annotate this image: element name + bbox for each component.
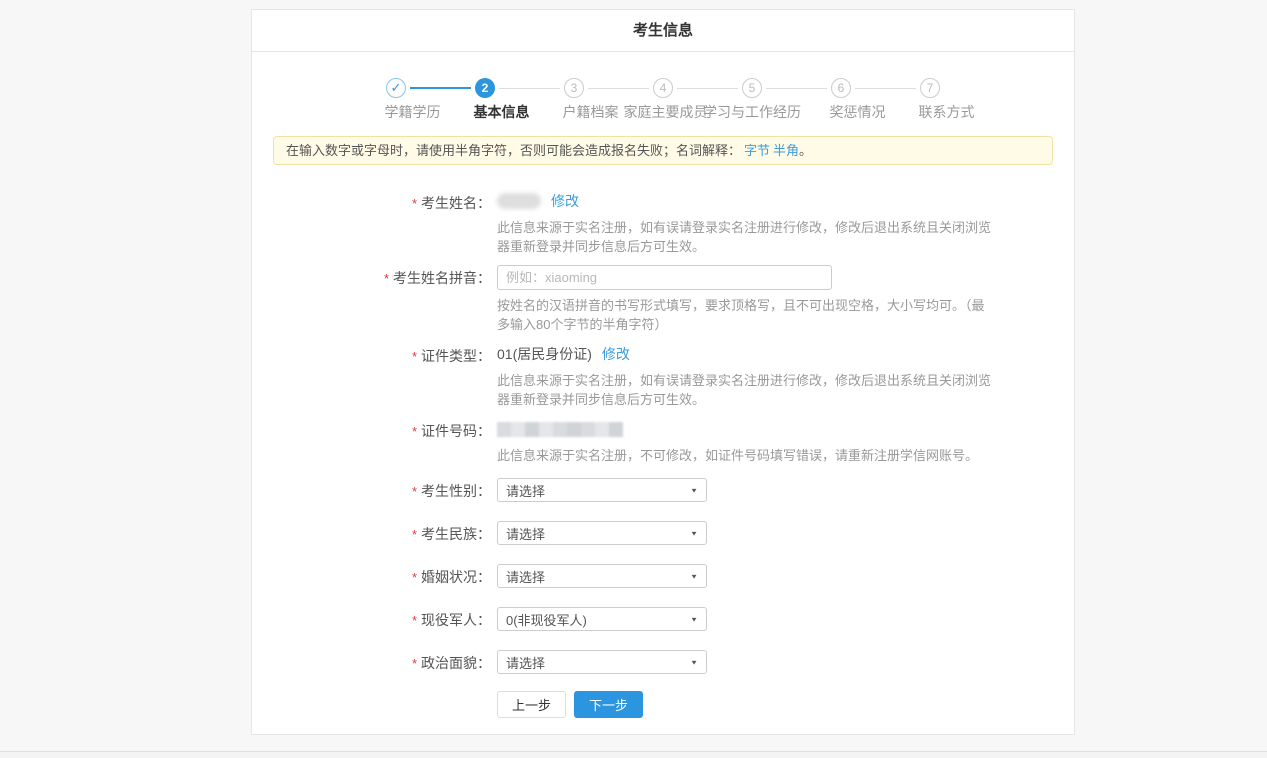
required-star: * — [412, 349, 417, 364]
gender-label: *考生性别： — [252, 478, 491, 502]
candidate-info-card: 考生信息 ✓ 学籍学历 2 基本信息 3 户籍档案 4 家庭主要成员 5 学习与… — [251, 9, 1075, 735]
form-actions: 上一步 下一步 — [252, 691, 1074, 718]
required-star: * — [412, 570, 417, 585]
edit-name-link[interactable]: 修改 — [551, 191, 579, 211]
name-pinyin-label: *考生姓名拼音： — [252, 265, 491, 334]
step-number: 7 — [920, 78, 940, 98]
field-id-number: *证件号码： 此信息来源于实名注册，不可修改，如证件号码填写错误，请重新注册学信… — [252, 418, 1074, 465]
check-icon: ✓ — [386, 78, 406, 98]
next-step-button[interactable]: 下一步 — [574, 691, 643, 718]
stepper: ✓ 学籍学历 2 基本信息 3 户籍档案 4 家庭主要成员 5 学习与工作经历 … — [252, 52, 1074, 122]
step-5-study-work-experience[interactable]: 5 学习与工作经历 — [708, 78, 797, 122]
id-type-label: *证件类型： — [252, 343, 491, 409]
id-number-label: *证件号码： — [252, 418, 491, 465]
military-service-select[interactable]: 0(非现役军人) ▼ — [497, 607, 707, 631]
marital-status-select-value: 请选择 — [506, 567, 545, 586]
required-star: * — [412, 613, 417, 628]
step-label: 基本信息 — [474, 102, 530, 122]
step-number: 3 — [564, 78, 584, 98]
field-political-status: *政治面貌： 请选择 ▼ — [252, 650, 1074, 674]
political-status-select-value: 请选择 — [506, 653, 545, 672]
step-1-education-status[interactable]: ✓ 学籍学历 — [352, 78, 441, 122]
field-ethnicity: *考生民族： 请选择 ▼ — [252, 521, 1074, 545]
notice-suffix: 。 — [799, 143, 812, 158]
required-star: * — [384, 271, 389, 286]
chevron-down-icon: ▼ — [690, 615, 698, 622]
step-number: 2 — [475, 78, 495, 98]
footer-divider — [0, 751, 1267, 758]
redacted-name-value — [497, 193, 541, 209]
chevron-down-icon: ▼ — [690, 658, 698, 665]
gender-select[interactable]: 请选择 ▼ — [497, 478, 707, 502]
redacted-id-number-value — [497, 422, 623, 437]
step-label: 联系方式 — [919, 102, 975, 122]
required-star: * — [412, 196, 417, 211]
gender-select-value: 请选择 — [506, 481, 545, 500]
marital-status-label: *婚姻状况： — [252, 564, 491, 588]
political-status-label: *政治面貌： — [252, 650, 491, 674]
id-type-value: 01(居民身份证) — [497, 344, 592, 364]
military-service-select-value: 0(非现役军人) — [506, 610, 587, 629]
step-2-basic-info[interactable]: 2 基本信息 — [441, 78, 530, 122]
prev-step-button[interactable]: 上一步 — [497, 691, 566, 718]
military-service-label: *现役军人： — [252, 607, 491, 631]
field-candidate-name: *考生姓名： 修改 此信息来源于实名注册，如有误请登录实名注册进行修改，修改后退… — [252, 190, 1074, 256]
basic-info-form: *考生姓名： 修改 此信息来源于实名注册，如有误请登录实名注册进行修改，修改后退… — [252, 165, 1074, 734]
edit-id-type-link[interactable]: 修改 — [602, 344, 630, 364]
chevron-down-icon: ▼ — [690, 486, 698, 493]
required-star: * — [412, 656, 417, 671]
step-label: 学籍学历 — [385, 102, 441, 122]
step-number: 5 — [742, 78, 762, 98]
id-type-help: 此信息来源于实名注册，如有误请登录实名注册进行修改，修改后退出系统且关闭浏览器重… — [497, 371, 997, 409]
step-label: 学习与工作经历 — [703, 102, 801, 122]
required-star: * — [412, 424, 417, 439]
actions-spacer — [252, 691, 491, 718]
step-label: 户籍档案 — [563, 102, 619, 122]
field-gender: *考生性别： 请选择 ▼ — [252, 478, 1074, 502]
byte-definition-link[interactable]: 字节 — [744, 143, 770, 158]
field-id-type: *证件类型： 01(居民身份证) 修改 此信息来源于实名注册，如有误请登录实名注… — [252, 343, 1074, 409]
step-3-household-archive[interactable]: 3 户籍档案 — [530, 78, 619, 122]
name-pinyin-input[interactable] — [497, 265, 832, 290]
step-7-contact-info[interactable]: 7 联系方式 — [886, 78, 975, 122]
id-number-help: 此信息来源于实名注册，不可修改，如证件号码填写错误，请重新注册学信网账号。 — [497, 446, 997, 465]
halfwidth-definition-link[interactable]: 半角 — [773, 143, 799, 158]
step-number: 6 — [831, 78, 851, 98]
field-military-service: *现役军人： 0(非现役军人) ▼ — [252, 607, 1074, 631]
halfwidth-notice: 在输入数字或字母时，请使用半角字符，否则可能会造成报名失败；名词解释：字节半角。 — [273, 136, 1053, 165]
marital-status-select[interactable]: 请选择 ▼ — [497, 564, 707, 588]
required-star: * — [412, 527, 417, 542]
step-label: 奖惩情况 — [830, 102, 886, 122]
field-name-pinyin: *考生姓名拼音： 按姓名的汉语拼音的书写形式填写，要求顶格写，且不可出现空格，大… — [252, 265, 1074, 334]
ethnicity-label: *考生民族： — [252, 521, 491, 545]
candidate-name-label: *考生姓名： — [252, 190, 491, 256]
name-pinyin-help: 按姓名的汉语拼音的书写形式填写，要求顶格写，且不可出现空格，大小写均可。（最多输… — [497, 296, 997, 334]
step-6-rewards-punishments[interactable]: 6 奖惩情况 — [797, 78, 886, 122]
field-marital-status: *婚姻状况： 请选择 ▼ — [252, 564, 1074, 588]
political-status-select[interactable]: 请选择 ▼ — [497, 650, 707, 674]
step-number: 4 — [653, 78, 673, 98]
chevron-down-icon: ▼ — [690, 529, 698, 536]
candidate-name-help: 此信息来源于实名注册，如有误请登录实名注册进行修改，修改后退出系统且关闭浏览器重… — [497, 218, 997, 256]
ethnicity-select-value: 请选择 — [506, 524, 545, 543]
step-4-family-members[interactable]: 4 家庭主要成员 — [619, 78, 708, 122]
step-label: 家庭主要成员 — [624, 102, 708, 122]
ethnicity-select[interactable]: 请选择 ▼ — [497, 521, 707, 545]
notice-text: 在输入数字或字母时，请使用半角字符，否则可能会造成报名失败；名词解释： — [286, 143, 741, 158]
required-star: * — [412, 484, 417, 499]
page-title: 考生信息 — [252, 10, 1074, 52]
chevron-down-icon: ▼ — [690, 572, 698, 579]
